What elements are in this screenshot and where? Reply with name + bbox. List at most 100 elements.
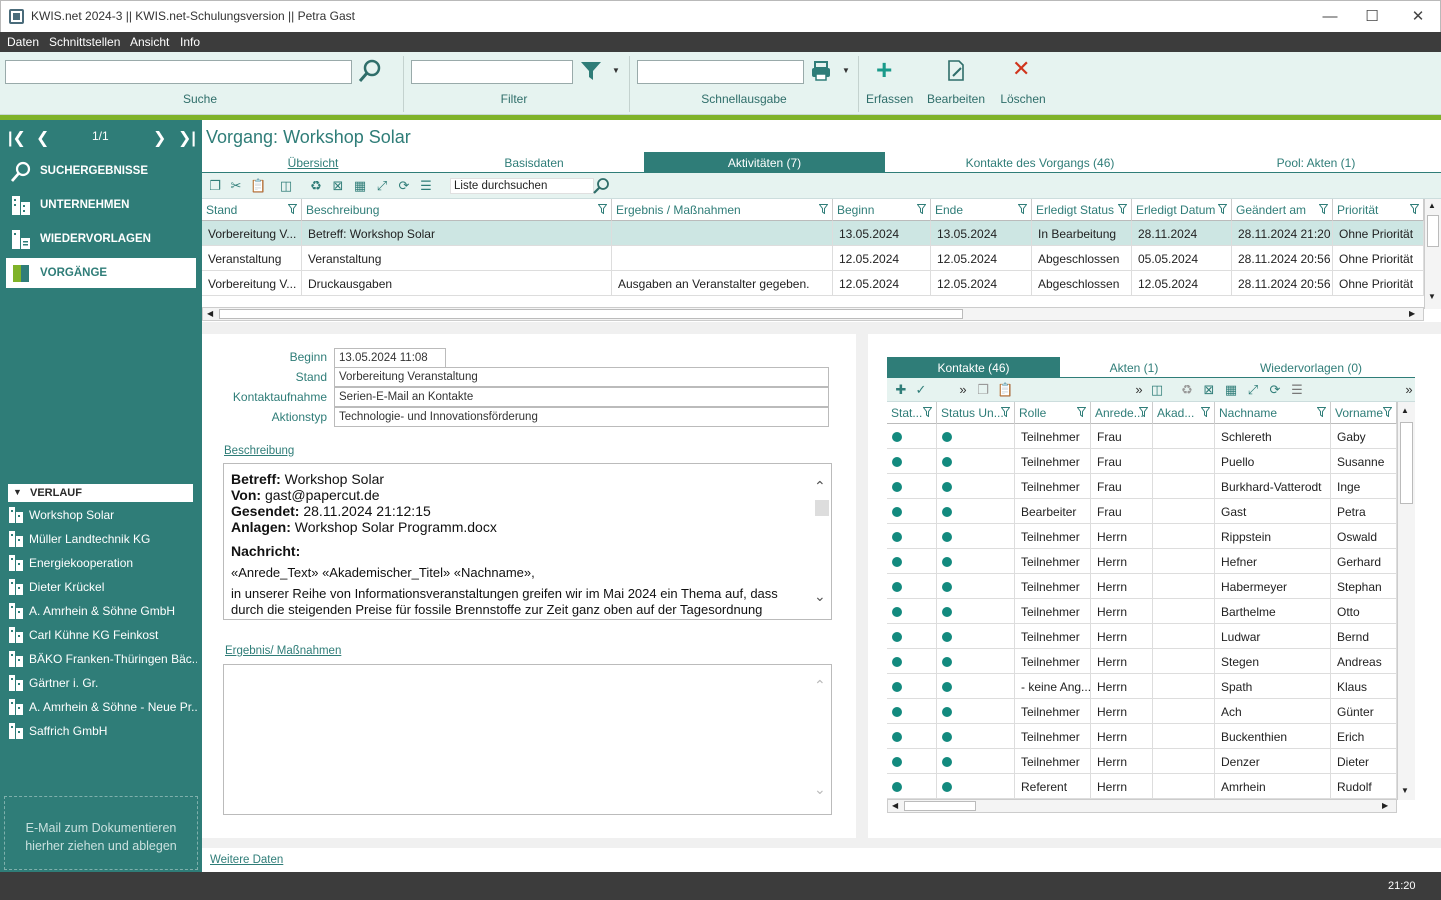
column-header[interactable]: Erledigt Status [1032, 199, 1132, 221]
table-row[interactable]: Teilnehmer Herrn Rippstein Oswald [887, 524, 1397, 549]
paste-icon[interactable]: 📋 [997, 382, 1013, 398]
column-header[interactable]: Priorität [1333, 199, 1424, 221]
filter-icon[interactable] [288, 204, 297, 214]
column-header[interactable]: Ende [931, 199, 1032, 221]
contacts-vscroll[interactable]: ▲ ▼ [1397, 402, 1415, 800]
excel-export-icon[interactable]: ⊠ [1201, 382, 1217, 398]
scroll-thumb[interactable] [1427, 215, 1439, 247]
paste-icon[interactable]: 📋 [250, 178, 266, 194]
filter-icon[interactable] [1319, 204, 1328, 214]
next-page-icon[interactable]: ❯ [153, 128, 166, 148]
filter-icon[interactable] [1001, 407, 1010, 417]
email-drop-zone[interactable]: E-Mail zum Dokumentieren hierher ziehen … [4, 796, 198, 870]
filter-input[interactable] [411, 60, 573, 84]
ergebnis-memo[interactable]: ⌃ ⌄ [223, 664, 832, 815]
filter-icon[interactable] [819, 204, 828, 214]
refresh-icon[interactable]: ⟳ [396, 178, 412, 194]
expand-icon[interactable]: ⤢ [374, 178, 390, 194]
table-row[interactable]: Vorbereitung V... Betreff: Workshop Solar… [202, 221, 1424, 246]
refresh-icon[interactable]: ⟳ [1267, 382, 1283, 398]
copy-icon[interactable]: ❐ [207, 178, 223, 194]
filter-icon[interactable] [1077, 407, 1086, 417]
table-row[interactable]: Teilnehmer Herrn Habermeyer Stephan [887, 574, 1397, 599]
columns-icon[interactable]: ◫ [1149, 382, 1165, 398]
table-row[interactable]: Teilnehmer Herrn Buckenthien Erich [887, 724, 1397, 749]
filter-icon[interactable] [580, 60, 602, 82]
scroll-up-icon[interactable]: ▲ [1401, 406, 1409, 415]
scroll-down-icon[interactable]: ▼ [1428, 292, 1436, 301]
scroll-up-icon[interactable]: ⌃ [814, 478, 826, 495]
search-icon[interactable] [357, 58, 383, 84]
history-item[interactable]: Müller Landtechnik KG [8, 528, 198, 550]
column-header[interactable]: Stat... [887, 402, 937, 424]
scroll-right-icon[interactable]: ▶ [1409, 309, 1415, 318]
scroll-up-icon[interactable]: ▲ [1428, 201, 1436, 210]
history-item[interactable]: BÄKO Franken-Thüringen Bäc... [8, 648, 198, 670]
beschreibung-link[interactable]: Beschreibung [224, 445, 294, 457]
add-button[interactable]: + Erfassen [866, 54, 913, 112]
print-dropdown-icon[interactable]: ▼ [842, 66, 850, 75]
excel-export-icon[interactable]: ⊠ [330, 178, 346, 194]
column-header[interactable]: Rolle [1015, 402, 1091, 424]
table-row[interactable]: Teilnehmer Herrn Barthelme Otto [887, 599, 1397, 624]
history-item[interactable]: A. Amrhein & Söhne - Neue Pr... [8, 696, 198, 718]
table-row[interactable]: Bearbeiter Frau Gast Petra [887, 499, 1397, 524]
splitter[interactable] [856, 334, 868, 838]
kontakt-field[interactable]: Serien-E-Mail an Kontakte [334, 387, 829, 407]
filter-icon[interactable] [1317, 407, 1326, 417]
list-search-input[interactable]: Liste durchsuchen [450, 178, 594, 194]
filter-icon[interactable] [1139, 407, 1148, 417]
printer-icon[interactable] [810, 60, 832, 82]
contacts-hscroll[interactable]: ◀ ▶ [887, 799, 1397, 813]
scroll-thumb[interactable] [1400, 422, 1413, 504]
scroll-thumb[interactable] [815, 500, 829, 516]
close-window-button[interactable]: ✕ [1395, 5, 1441, 29]
ergebnis-link[interactable]: Ergebnis/ Maßnahmen [225, 645, 341, 657]
history-item[interactable]: Energiekooperation [8, 552, 198, 574]
column-header[interactable]: Akad... [1153, 402, 1215, 424]
expand-icon[interactable]: ⤢ [1245, 382, 1261, 398]
aktion-field[interactable]: Technologie- und Innovationsförderung [334, 407, 829, 427]
history-item[interactable]: Gärtner i. Gr. [8, 672, 198, 694]
table-row[interactable]: Veranstaltung Veranstaltung 12.05.2024 12.0… [202, 246, 1424, 271]
clear-filter-icon[interactable]: ♻ [308, 178, 324, 194]
clear-filter-icon[interactable]: ♻ [1179, 382, 1195, 398]
weitere-daten-link[interactable]: Weitere Daten [210, 854, 283, 866]
search-input[interactable] [5, 60, 352, 84]
filter-dropdown-icon[interactable]: ▼ [612, 66, 620, 75]
tab-aktivitaeten[interactable]: Aktivitäten (7) [644, 152, 885, 172]
scroll-thumb[interactable] [904, 801, 976, 811]
quick-output-input[interactable] [637, 60, 804, 84]
tab-pool-akten[interactable]: Pool: Akten (1) [1264, 152, 1368, 172]
table-row[interactable]: Teilnehmer Herrn Ludwar Bernd [887, 624, 1397, 649]
table-row[interactable]: Teilnehmer Frau Schlereth Gaby [887, 424, 1397, 449]
filter-icon[interactable] [1383, 407, 1392, 417]
table-row[interactable]: - keine Ang... Herrn Spath Klaus [887, 674, 1397, 699]
column-header[interactable]: Erledigt Datum [1132, 199, 1232, 221]
history-item[interactable]: Carl Kühne KG Feinkost [8, 624, 198, 646]
activities-vscroll[interactable]: ▲ ▼ [1424, 199, 1441, 309]
copy-icon[interactable]: ❐ [975, 382, 991, 398]
scroll-thumb[interactable] [219, 309, 963, 319]
tab-basisdaten[interactable]: Basisdaten [464, 152, 604, 172]
last-page-icon[interactable]: ❯| [178, 128, 196, 148]
table-row[interactable]: Referent Herrn Amrhein Rudolf [887, 774, 1397, 799]
column-header[interactable]: Anrede... [1091, 402, 1153, 424]
column-header[interactable]: Vorname [1331, 402, 1397, 424]
history-item[interactable]: A. Amrhein & Söhne GmbH [8, 600, 198, 622]
column-header[interactable]: Status Un... [937, 402, 1015, 424]
column-header[interactable]: Geändert am [1232, 199, 1333, 221]
table-row[interactable]: Teilnehmer Frau Puello Susanne [887, 449, 1397, 474]
column-header[interactable]: Beschreibung [302, 199, 612, 221]
tab-akten[interactable]: Akten (1) [1096, 357, 1172, 377]
menu-icon[interactable]: ☰ [1289, 382, 1305, 398]
chevron-right-icon[interactable]: » [955, 382, 971, 398]
verlauf-header[interactable]: ▼ VERLAUF [8, 484, 193, 502]
nav-unternehmen[interactable]: UNTERNEHMEN [6, 190, 196, 220]
delete-button[interactable]: ✕ Löschen [998, 54, 1048, 112]
filter-icon[interactable] [1118, 204, 1127, 214]
scroll-down-icon[interactable]: ⌄ [814, 781, 826, 798]
filter-icon[interactable] [1218, 204, 1227, 214]
scroll-down-icon[interactable]: ▼ [1401, 786, 1409, 795]
maximize-button[interactable]: ☐ [1349, 5, 1395, 29]
